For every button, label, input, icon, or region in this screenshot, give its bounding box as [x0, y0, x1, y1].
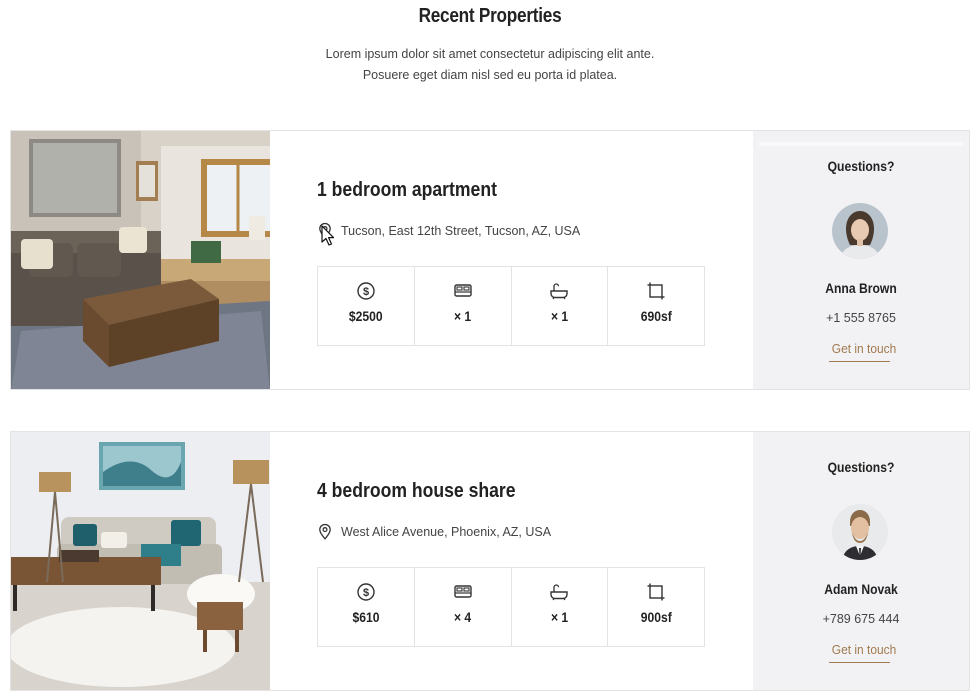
stat-baths: × 1 — [512, 568, 609, 646]
agent-phone: +789 675 444 — [822, 612, 900, 626]
property-address: Tucson, East 12th Street, Tucson, AZ, US… — [317, 221, 580, 241]
contact-panel: Questions? Adam Novak +789 675 444 Get i… — [753, 432, 969, 690]
beds-value: × 1 — [454, 309, 472, 324]
property-info: 4 bedroom house share West Alice Avenue,… — [317, 432, 717, 690]
baths-value: × 1 — [550, 309, 568, 324]
property-card: 4 bedroom house share West Alice Avenue,… — [10, 431, 970, 691]
property-info: 1 bedroom apartment Tucson, East 12th St… — [317, 131, 717, 389]
agent-phone: +1 555 8765 — [826, 311, 896, 325]
contact-panel: Questions? Anna Brown +1 555 8765 Get in… — [753, 131, 969, 389]
contact-question: Questions? — [827, 159, 895, 174]
property-photo[interactable] — [11, 131, 270, 389]
agent-name: Anna Brown — [825, 281, 897, 296]
dollar-circle-icon: $ — [355, 582, 377, 602]
area-square-icon — [645, 582, 667, 602]
get-in-touch-button[interactable]: Get in touch — [829, 642, 896, 663]
svg-text:$: $ — [363, 286, 369, 298]
beds-value: × 4 — [454, 610, 472, 625]
agent-name: Adam Novak — [824, 582, 898, 597]
property-photo[interactable] — [11, 432, 270, 690]
address-text: West Alice Avenue, Phoenix, AZ, USA — [341, 525, 552, 539]
property-title[interactable]: 4 bedroom house share — [317, 480, 516, 503]
section-header: Recent Properties Lorem ipsum dolor sit … — [0, 0, 980, 86]
map-pin-icon — [317, 523, 333, 541]
section-subtitle-line-1: Lorem ipsum dolor sit amet consectetur a… — [325, 47, 655, 61]
get-in-touch-label: Get in touch — [831, 642, 897, 657]
bed-icon — [452, 281, 474, 301]
stat-beds: × 1 — [415, 267, 512, 345]
stat-area: 900sf — [608, 568, 704, 646]
section-subtitle-line-2: Posuere eget diam nisl sed eu porta id p… — [362, 68, 618, 82]
price-value: $610 — [352, 610, 380, 625]
property-card: 1 bedroom apartment Tucson, East 12th St… — [10, 130, 970, 390]
property-stats: $ $2500 × 1 × 1 690sf — [317, 266, 705, 346]
svg-text:$: $ — [363, 587, 369, 599]
get-in-touch-label: Get in touch — [831, 341, 897, 356]
bed-icon — [452, 582, 474, 602]
property-title[interactable]: 1 bedroom apartment — [317, 179, 497, 202]
section-title: Recent Properties — [418, 5, 562, 27]
price-value: $2500 — [348, 309, 383, 324]
map-pin-icon — [317, 222, 333, 240]
bathtub-icon — [548, 281, 570, 301]
baths-value: × 1 — [550, 610, 568, 625]
area-value: 900sf — [640, 610, 672, 625]
bathtub-icon — [548, 582, 570, 602]
contact-question: Questions? — [827, 460, 895, 475]
area-value: 690sf — [640, 309, 672, 324]
stat-beds: × 4 — [415, 568, 512, 646]
get-in-touch-button[interactable]: Get in touch — [829, 341, 896, 362]
stat-price: $ $610 — [318, 568, 415, 646]
area-square-icon — [645, 281, 667, 301]
divider — [759, 142, 963, 146]
stat-price: $ $2500 — [318, 267, 415, 345]
address-text: Tucson, East 12th Street, Tucson, AZ, US… — [341, 224, 581, 238]
property-stats: $ $610 × 4 × 1 900sf — [317, 567, 705, 647]
avatar — [832, 504, 888, 560]
property-address: West Alice Avenue, Phoenix, AZ, USA — [317, 522, 551, 542]
stat-area: 690sf — [608, 267, 704, 345]
stat-baths: × 1 — [512, 267, 609, 345]
dollar-circle-icon: $ — [355, 281, 377, 301]
avatar — [832, 203, 888, 259]
